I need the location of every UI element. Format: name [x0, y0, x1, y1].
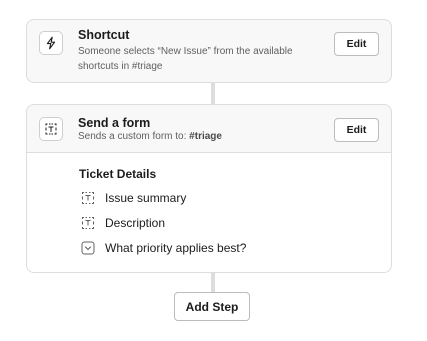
step-description-line: shortcuts in #triage [78, 61, 163, 72]
channel-name: #triage [189, 131, 222, 142]
step-description: Someone selects “New Issue” from the ava… [78, 44, 328, 74]
step-connector [211, 273, 215, 292]
step-description-line: Someone selects “New Issue” from the ava… [78, 46, 293, 57]
text-field-icon [81, 216, 95, 230]
edit-form-button[interactable]: Edit [334, 118, 379, 142]
step-description-prefix: Sends a custom form to: [78, 131, 190, 142]
form-preview: Ticket Details Issue summary Description [27, 153, 391, 272]
form-field-label: Description [105, 216, 166, 230]
edit-shortcut-button[interactable]: Edit [334, 32, 379, 56]
form-field-label: Issue summary [105, 191, 187, 205]
form-title: Ticket Details [79, 167, 157, 181]
add-step-button[interactable]: Add Step [174, 292, 250, 321]
dropdown-icon [81, 241, 95, 255]
text-field-icon [81, 191, 95, 205]
lightning-bolt-icon [39, 31, 63, 55]
step-title: Send a form [78, 116, 151, 130]
form-field-label: What priority applies best? [105, 241, 247, 255]
step-connector [211, 83, 215, 104]
form-field: What priority applies best? [81, 240, 246, 256]
step-title: Shortcut [78, 28, 130, 42]
form-field: Description [81, 215, 165, 231]
shortcut-step-header: Shortcut Someone selects “New Issue” fro… [27, 20, 391, 82]
step-description: Sends a custom form to: #triage [78, 131, 328, 143]
send-form-step-card: Send a form Sends a custom form to: #tri… [26, 104, 392, 273]
form-field: Issue summary [81, 190, 186, 206]
form-icon [39, 117, 63, 141]
shortcut-step-card: Shortcut Someone selects “New Issue” fro… [26, 19, 392, 83]
send-form-step-header: Send a form Sends a custom form to: #tri… [27, 105, 391, 153]
